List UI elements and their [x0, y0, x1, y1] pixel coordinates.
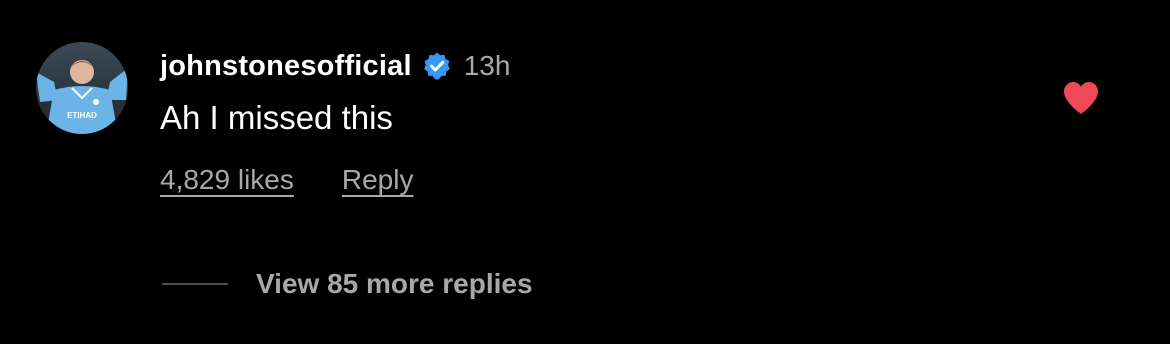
- comment-text: Ah I missed this: [160, 99, 393, 136]
- avatar[interactable]: ETIHAD: [36, 42, 128, 134]
- replies-divider-line: [162, 283, 228, 285]
- comment-header: johnstonesofficial 13h: [160, 44, 510, 88]
- view-replies-label: View 85 more replies: [256, 268, 533, 299]
- comment: johnstonesofficial 13h Ah I missed this: [160, 44, 510, 140]
- heart-filled-icon[interactable]: [1062, 80, 1100, 116]
- view-more-replies-button[interactable]: View 85 more replies: [162, 266, 533, 302]
- verified-badge-icon: [422, 51, 452, 81]
- comment-actions: 4,829 likes Reply: [160, 160, 413, 200]
- likes-count-link[interactable]: 4,829 likes: [160, 164, 294, 196]
- avatar-image: ETIHAD: [36, 42, 128, 134]
- username-link[interactable]: johnstonesofficial: [160, 50, 412, 83]
- comment-timestamp: 13h: [463, 50, 511, 81]
- svg-text:ETIHAD: ETIHAD: [67, 111, 97, 120]
- reply-button[interactable]: Reply: [342, 164, 414, 196]
